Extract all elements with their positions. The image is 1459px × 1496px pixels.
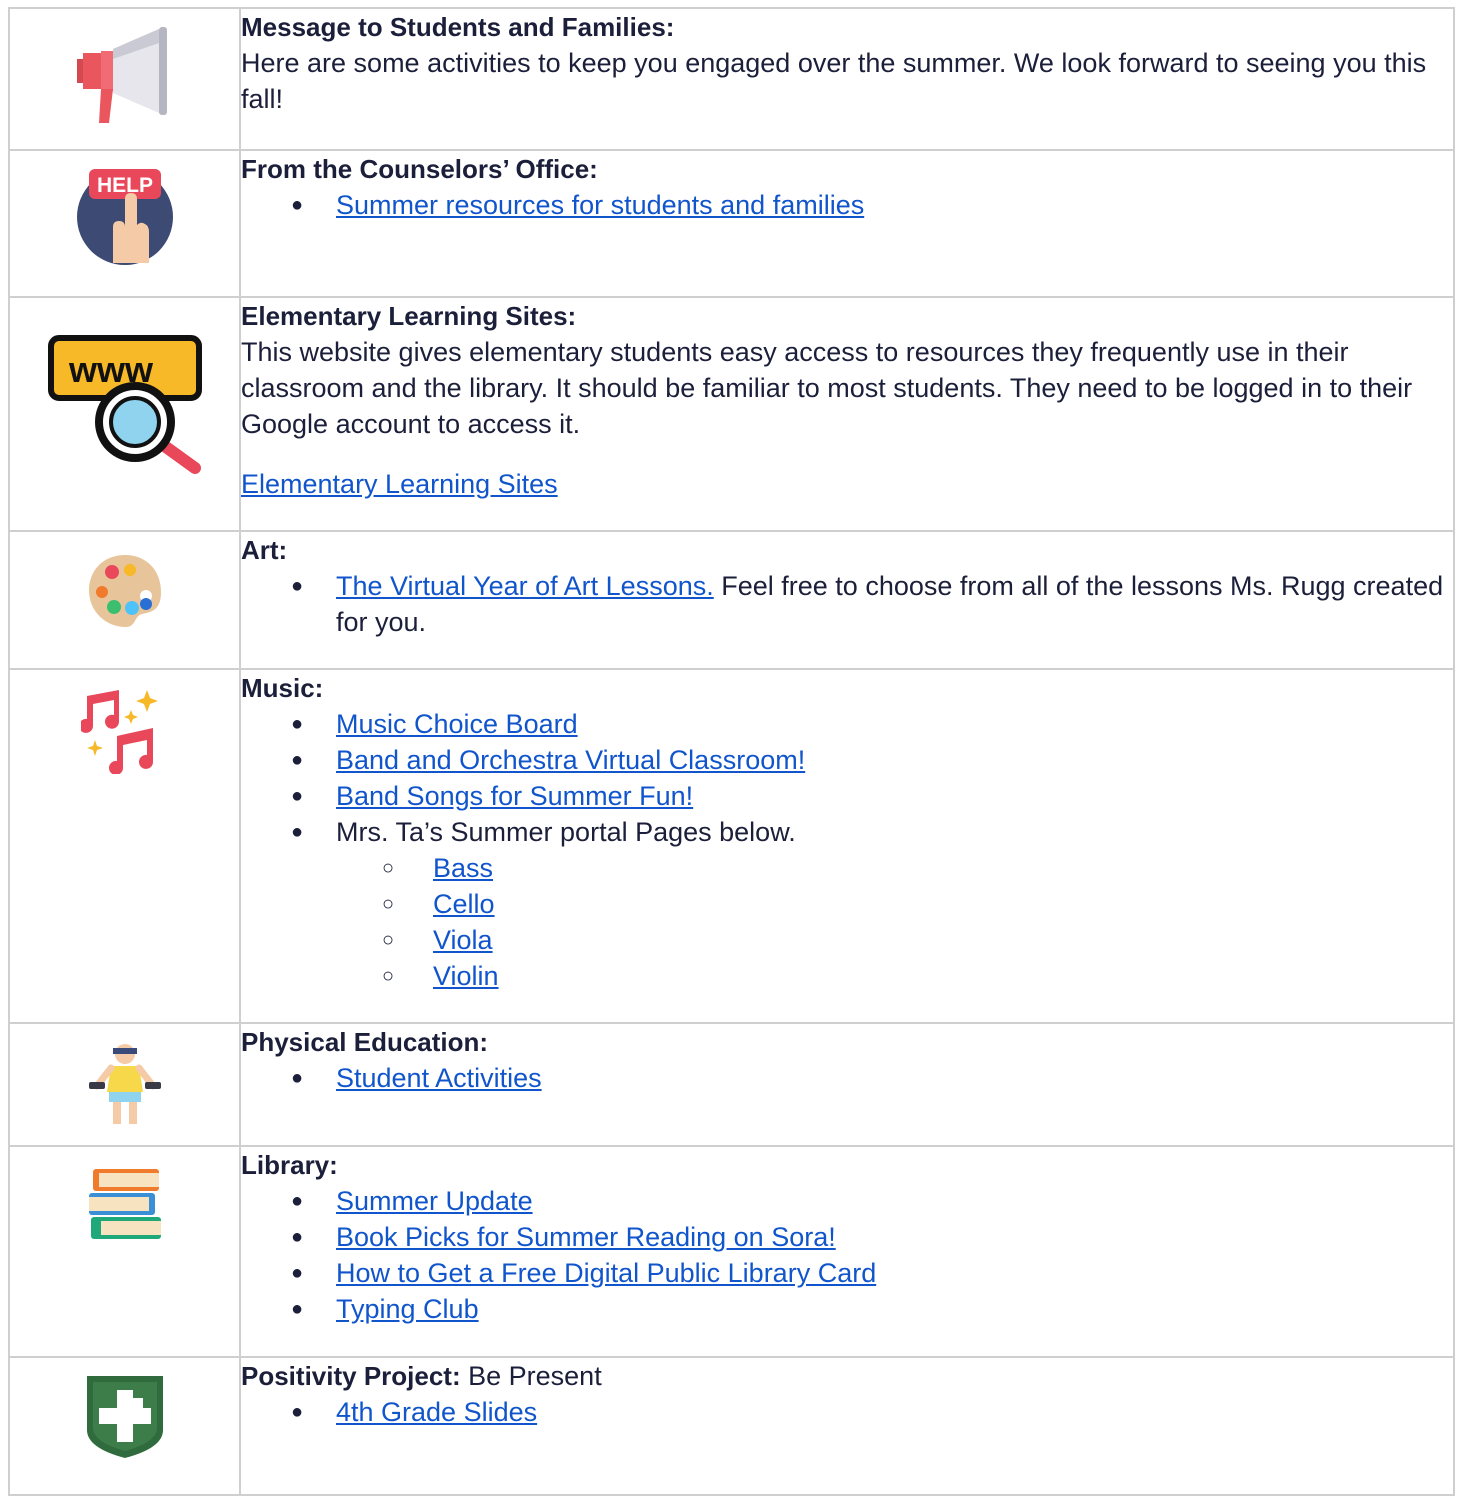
- band-songs-link[interactable]: Band Songs for Summer Fun!: [336, 781, 693, 811]
- exercise-person-icon: [88, 1044, 161, 1124]
- list-item: Student Activities: [291, 1060, 1453, 1096]
- link-list: The Virtual Year of Art Lessons. Feel fr…: [241, 568, 1453, 640]
- icon-cell: [8, 1356, 241, 1496]
- library-card-link[interactable]: How to Get a Free Digital Public Library…: [336, 1258, 876, 1288]
- section-heading: Elementary Learning Sites:: [241, 301, 577, 331]
- help-button-icon: HELP: [76, 169, 173, 265]
- list-item: Cello: [382, 886, 1453, 922]
- section-heading: Library:: [241, 1150, 338, 1180]
- list-item: The Virtual Year of Art Lessons. Feel fr…: [291, 568, 1453, 640]
- list-item: Band Songs for Summer Fun!: [291, 778, 1453, 814]
- cello-link[interactable]: Cello: [433, 889, 495, 919]
- section-heading: Art:: [241, 535, 288, 565]
- activities-table: Message to Students and Families: Here a…: [8, 7, 1455, 1496]
- section-heading: Positivity Project:: [241, 1361, 461, 1391]
- text-cell: Elementary Learning Sites: This website …: [239, 296, 1455, 532]
- table-row-elementary: www Elementary Learning Sites: This webs…: [8, 296, 1455, 532]
- books-stack-icon: [88, 1169, 161, 1239]
- band-orchestra-classroom-link[interactable]: Band and Orchestra Virtual Classroom!: [336, 745, 805, 775]
- list-item: Summer Update: [291, 1183, 1453, 1219]
- viola-link[interactable]: Viola: [433, 925, 493, 955]
- table-row-music: Music: Music Choice Board Band and Orche…: [8, 668, 1455, 1024]
- list-item: Mrs. Ta’s Summer portal Pages below.: [291, 814, 1453, 850]
- link-list: Summer resources for students and famili…: [241, 187, 1453, 223]
- table-row-message: Message to Students and Families: Here a…: [8, 7, 1455, 151]
- text-cell: From the Counselors’ Office: Summer reso…: [239, 149, 1455, 298]
- icon-cell: www: [8, 296, 241, 532]
- text-cell: Library: Summer Update Book Picks for Su…: [239, 1145, 1455, 1358]
- text-cell: Positivity Project: Be Present 4th Grade…: [239, 1356, 1455, 1496]
- icon-cell: [8, 530, 241, 670]
- section-heading: Physical Education:: [241, 1027, 489, 1057]
- link-list: 4th Grade Slides: [241, 1394, 1453, 1430]
- megaphone-icon: [76, 27, 167, 123]
- portal-pages-text: Mrs. Ta’s Summer portal Pages below.: [336, 817, 796, 847]
- music-notes-icon: [80, 690, 158, 774]
- instrument-list: Bass Cello Viola Violin: [241, 850, 1453, 994]
- text-cell: Message to Students and Families: Here a…: [239, 7, 1455, 151]
- violin-link[interactable]: Violin: [433, 961, 499, 991]
- text-cell: Physical Education: Student Activities: [239, 1022, 1455, 1147]
- list-item: Band and Orchestra Virtual Classroom!: [291, 742, 1453, 778]
- icon-cell: [8, 668, 241, 1024]
- list-item: How to Get a Free Digital Public Library…: [291, 1255, 1453, 1291]
- section-heading: From the Counselors’ Office:: [241, 154, 598, 184]
- icon-cell: HELP: [8, 149, 241, 298]
- section-heading: Message to Students and Families:: [241, 12, 675, 42]
- icon-cell: [8, 1145, 241, 1358]
- list-item: Music Choice Board: [291, 706, 1453, 742]
- list-item: 4th Grade Slides: [291, 1394, 1453, 1430]
- icon-cell: [8, 1022, 241, 1147]
- text-cell: Music: Music Choice Board Band and Orche…: [239, 668, 1455, 1024]
- list-item: Violin: [382, 958, 1453, 994]
- virtual-year-of-art-link[interactable]: The Virtual Year of Art Lessons.: [336, 571, 714, 601]
- summer-update-link[interactable]: Summer Update: [336, 1186, 533, 1216]
- list-item: Bass: [382, 850, 1453, 886]
- text-cell: Art: The Virtual Year of Art Lessons. Fe…: [239, 530, 1455, 670]
- fourth-grade-slides-link[interactable]: 4th Grade Slides: [336, 1397, 537, 1427]
- table-row-positivity: Positivity Project: Be Present 4th Grade…: [8, 1356, 1455, 1496]
- link-list: Music Choice Board Band and Orchestra Vi…: [241, 706, 1453, 850]
- table-row-art: Art: The Virtual Year of Art Lessons. Fe…: [8, 530, 1455, 670]
- book-picks-sora-link[interactable]: Book Picks for Summer Reading on Sora!: [336, 1222, 836, 1252]
- icon-cell: [8, 7, 241, 151]
- bass-link[interactable]: Bass: [433, 853, 493, 883]
- section-heading: Music:: [241, 673, 324, 703]
- table-row-counselors: HELP From the Counselors’ Office: Summer…: [8, 149, 1455, 298]
- list-item: Viola: [382, 922, 1453, 958]
- positivity-shield-icon: [86, 1376, 163, 1458]
- summer-resources-link[interactable]: Summer resources for students and famili…: [336, 190, 864, 220]
- typing-club-link[interactable]: Typing Club: [336, 1294, 479, 1324]
- student-activities-link[interactable]: Student Activities: [336, 1063, 542, 1093]
- www-search-icon: www: [47, 335, 202, 474]
- elementary-description: This website gives elementary students e…: [241, 337, 1413, 439]
- table-row-library: Library: Summer Update Book Picks for Su…: [8, 1145, 1455, 1358]
- music-choice-board-link[interactable]: Music Choice Board: [336, 709, 578, 739]
- list-item: Book Picks for Summer Reading on Sora!: [291, 1219, 1453, 1255]
- help-button-text: HELP: [96, 174, 152, 197]
- elementary-learning-sites-link[interactable]: Elementary Learning Sites: [241, 469, 558, 499]
- list-item: Typing Club: [291, 1291, 1453, 1327]
- positivity-theme: Be Present: [460, 1361, 602, 1391]
- link-list: Student Activities: [241, 1060, 1453, 1096]
- table-row-pe: Physical Education: Student Activities: [8, 1022, 1455, 1147]
- message-text: Here are some activities to keep you eng…: [241, 48, 1427, 114]
- paint-palette-icon: [88, 555, 161, 627]
- list-item: Summer resources for students and famili…: [291, 187, 1453, 223]
- link-list: Summer Update Book Picks for Summer Read…: [241, 1183, 1453, 1327]
